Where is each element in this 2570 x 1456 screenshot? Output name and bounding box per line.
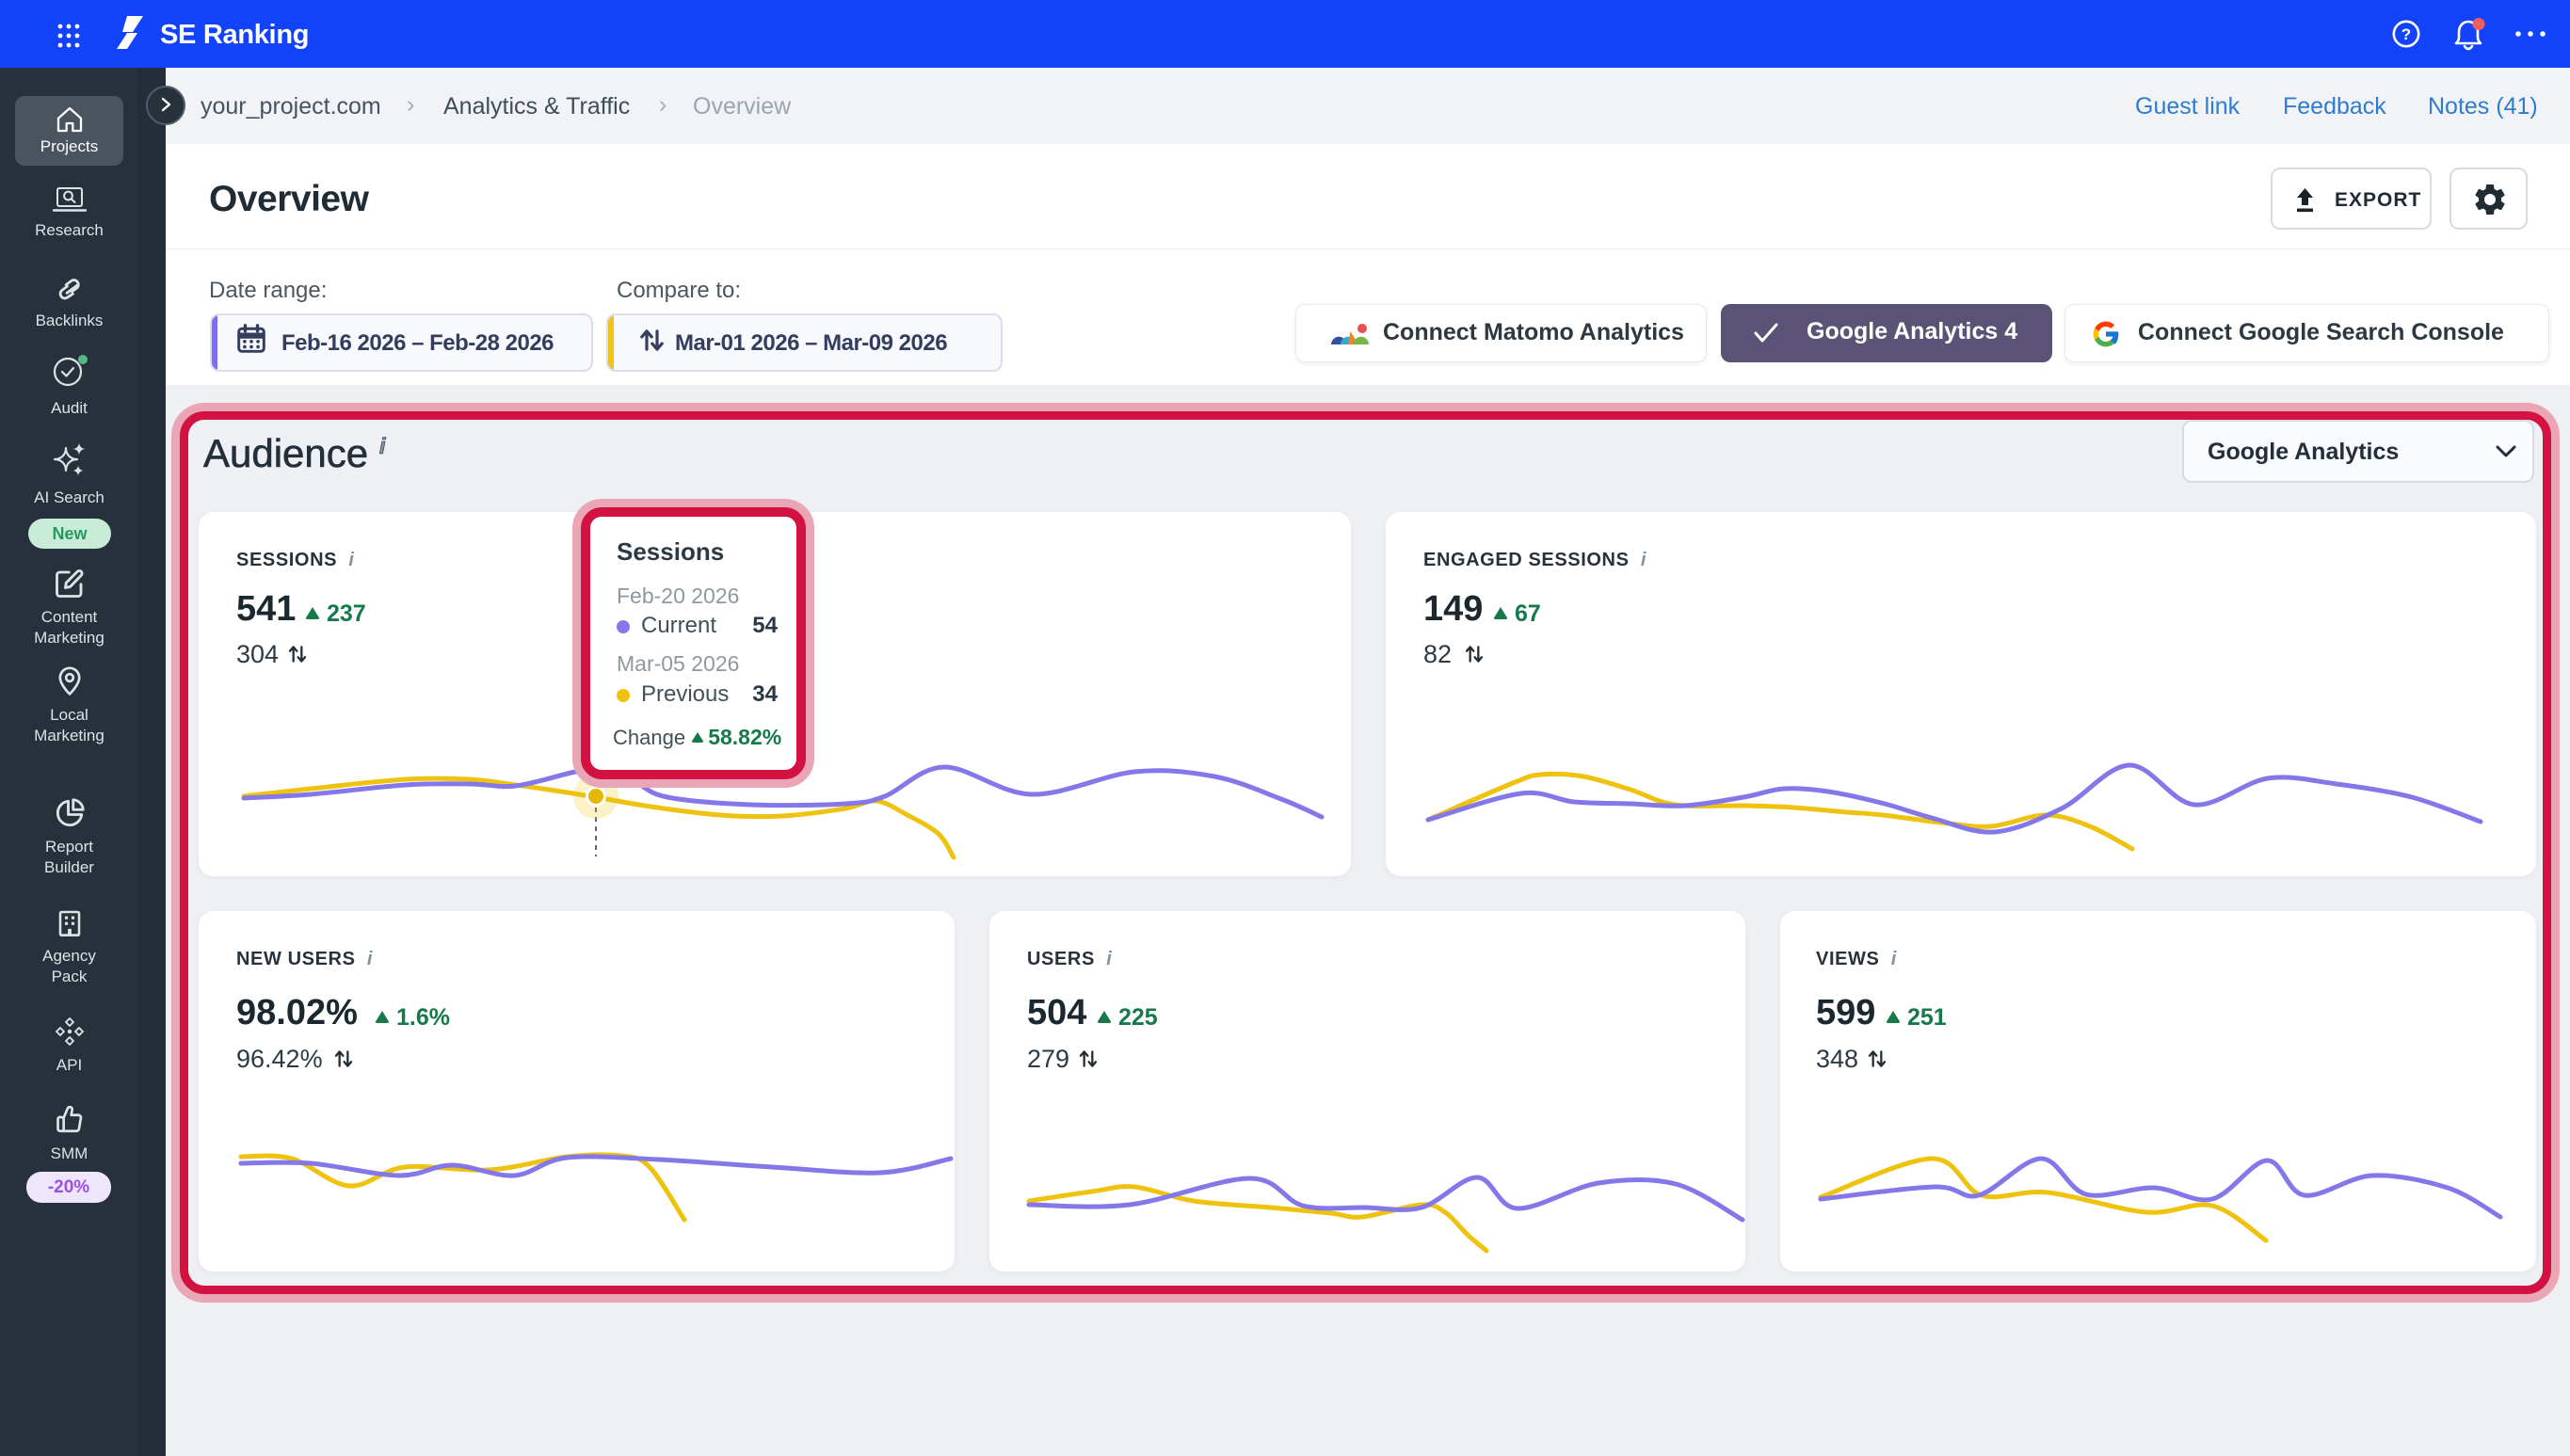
svg-text:?: ? <box>2401 25 2411 43</box>
